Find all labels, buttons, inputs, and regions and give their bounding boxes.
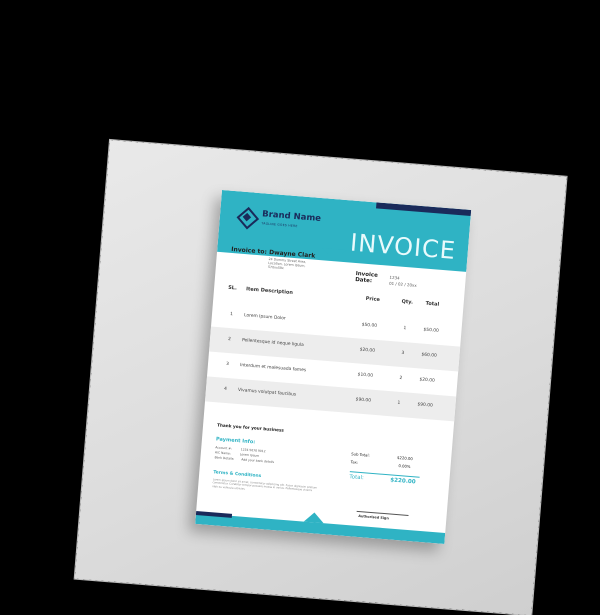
row-qty: 1 [397,400,401,406]
invoice-date: 01 / 02 / 20xx [388,280,417,288]
invoice-to-label: Invoice to: [230,245,268,256]
invoice-date-label: Invoice Date: [354,271,379,285]
invoice-number-date: 1234 01 / 02 / 20xx [389,275,418,289]
tax-label: Tax: [350,459,359,465]
row-sl: 1 [229,312,234,318]
row-price: $20.00 [359,347,376,354]
row-sl: 2 [227,336,232,343]
terms-text: Lorem ipsum dolor sit amet, consectetur … [212,478,318,493]
payment-info-heading: Payment Info: [215,436,256,446]
row-total: $90.00 [417,402,433,409]
row-qty: 3 [401,350,405,357]
row-price: $10.00 [357,372,374,379]
col-total: Total [425,300,440,308]
col-item: Item Description [245,286,294,297]
row-desc: Vivamus volutpat faucibus [237,387,297,398]
payment-bank-label: Bank Details: [214,455,235,461]
row-total: $50.00 [423,327,439,334]
row-sl: 4 [223,386,228,393]
row-desc: Interdum et malesuada fames [239,363,307,374]
total-value: $220.00 [390,477,416,486]
col-sl: SL. [227,284,238,292]
row-total: $20.00 [419,377,435,384]
row-price: $90.00 [355,397,372,404]
row-qty: 1 [403,326,407,332]
thanks-text: Thank you for your business [216,422,285,433]
header-notch [321,248,347,263]
row-price: $50.00 [361,322,378,329]
row-desc: Pellentesque id neque ligula [241,338,304,349]
col-qty: Qty. [401,298,414,306]
tax-value: 0.00% [398,463,411,469]
item-table: 1 Lorem Ipsum Dolor $50.00 1 $50.00 2 Pe… [204,302,462,422]
row-desc: Lorem Ipsum Dolor [243,313,286,322]
row-total: $60.00 [421,352,437,359]
row-qty: 2 [399,375,403,382]
invoice-sheet: Brand Name TAGLINE GOES HERE INVOICE Inv… [195,190,472,544]
col-price: Price [365,295,381,304]
signature-label: Authorised Sign [358,513,389,521]
total-label: Total: [349,474,364,482]
subtotal-label: Sub Total: [351,451,371,458]
terms-heading: Terms & Conditions [213,470,262,480]
payment-bank-value: Add your bank details [241,457,275,465]
row-sl: 3 [225,361,230,368]
subtotal-value: $220.00 [396,454,413,462]
